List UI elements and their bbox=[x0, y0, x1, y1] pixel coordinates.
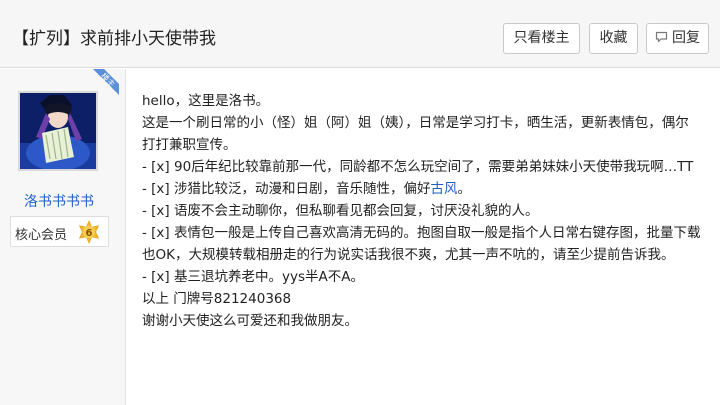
member-rank-label: 核心会员 bbox=[15, 228, 68, 243]
post-item-2-text: - [x] 涉猎比较泛，动漫和日剧，音乐随性，偏好 bbox=[142, 181, 431, 197]
only-owner-button[interactable]: 只看楼主 bbox=[503, 23, 580, 54]
post-greeting: hello，这里是洛书。 bbox=[142, 93, 270, 109]
tag-link-gufeng[interactable]: 古风 bbox=[430, 181, 457, 197]
post-item-3: - [x] 语废不会主动聊你，但私聊看见都会回复，讨厌没礼貌的人。 bbox=[142, 203, 539, 219]
post-item-2-end: 。 bbox=[457, 181, 471, 197]
post-item-5: - [x] 基三退坑养老中。yys半A不A。 bbox=[142, 269, 364, 285]
post-content: hello，这里是洛书。 这是一个刷日常的小（怪）姐（阿）姐（姨），日常是学习打… bbox=[142, 90, 702, 332]
favorite-button[interactable]: 收藏 bbox=[589, 23, 638, 54]
post-item-1: - [x] 90后年纪比较靠前那一代，同龄都不怎么玩空间了，需要弟弟妹妹小天使带… bbox=[142, 159, 694, 175]
reply-icon bbox=[655, 31, 668, 42]
reply-button[interactable]: 回复 bbox=[646, 23, 709, 54]
level-badge-icon: 6 bbox=[78, 220, 100, 244]
post-house-number: 以上 门牌号821240368 bbox=[142, 291, 292, 307]
post-thanks: 谢谢小天使这么可爱还和我做朋友。 bbox=[142, 313, 358, 329]
author-sidebar: 楼主 洛书书书书 核心会员 6 bbox=[0, 69, 126, 405]
avatar-image bbox=[20, 93, 96, 169]
post-item-4: - [x] 表情包一般是上传自己喜欢高清无码的。抱图自取一般是指个人日常右键存图… bbox=[142, 225, 701, 263]
thread-header: 【扩列】求前排小天使带我 只看楼主 收藏 回复 bbox=[0, 0, 720, 68]
member-rank: 核心会员 6 bbox=[10, 216, 109, 247]
avatar[interactable] bbox=[18, 91, 98, 171]
thread-title: 【扩列】求前排小天使带我 bbox=[12, 29, 216, 49]
reply-label: 回复 bbox=[672, 30, 700, 46]
level-number: 6 bbox=[86, 228, 93, 239]
post-item-2: - [x] 涉猎比较泛，动漫和日剧，音乐随性，偏好古风。 bbox=[142, 178, 702, 200]
author-name[interactable]: 洛书书书书 bbox=[0, 191, 118, 211]
post-intro: 这是一个刷日常的小（怪）姐（阿）姐（姨），日常是学习打卡，晒生活，更新表情包，偶… bbox=[142, 115, 689, 153]
